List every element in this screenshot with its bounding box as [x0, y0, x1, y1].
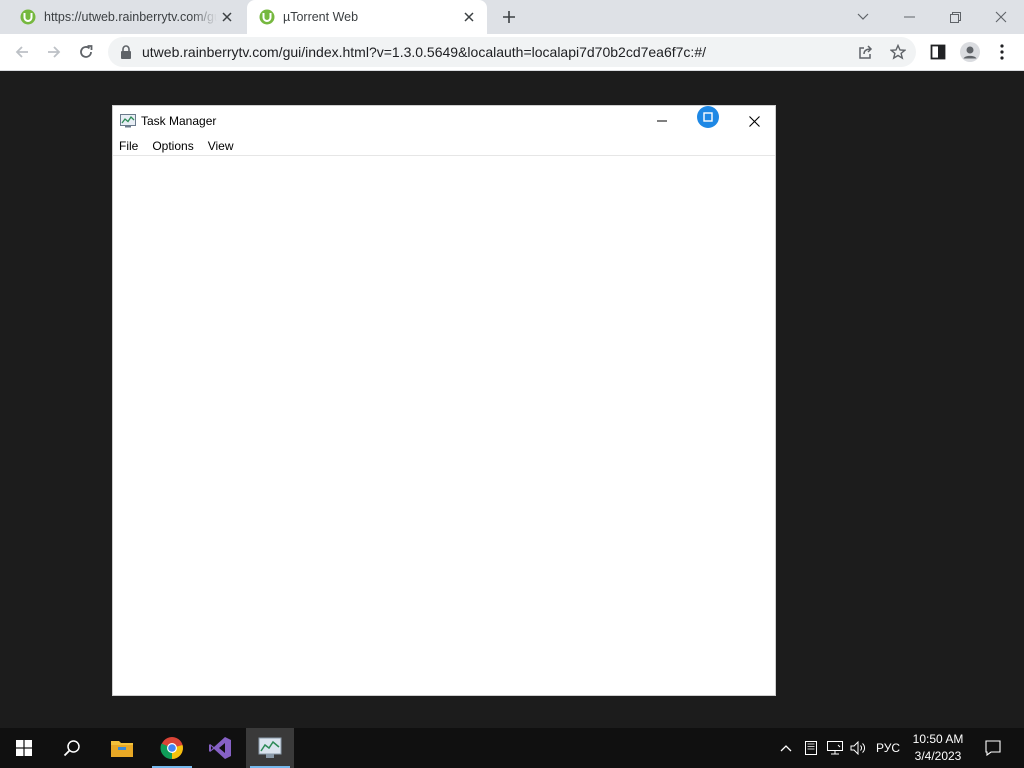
- network-icon: [827, 741, 843, 755]
- task-manager-icon: [120, 114, 136, 128]
- close-icon: [748, 115, 760, 127]
- close-button[interactable]: [731, 106, 777, 136]
- plus-icon: [503, 11, 515, 23]
- task-manager-icon: [258, 737, 282, 758]
- language-indicator[interactable]: РУС: [872, 728, 904, 768]
- menu-button[interactable]: [988, 38, 1016, 66]
- arrow-left-icon: [15, 46, 28, 58]
- side-panel-icon: [930, 44, 946, 60]
- show-hidden-icons-button[interactable]: [776, 728, 796, 768]
- tab-title: https://utweb.rainberrytv.com/gui/index.…: [44, 10, 217, 24]
- browser-tab-strip: https://utweb.rainberrytv.com/gui/index.…: [0, 0, 1024, 34]
- maximize-button[interactable]: [685, 106, 731, 136]
- avatar-icon: [960, 42, 980, 62]
- system-clock[interactable]: 10:50 AM 3/4/2023: [904, 728, 972, 768]
- search-icon: [63, 740, 80, 757]
- reload-button[interactable]: [72, 38, 100, 66]
- minimize-button[interactable]: [639, 106, 685, 136]
- taskbar-file-explorer[interactable]: [98, 728, 146, 768]
- menu-file[interactable]: File: [113, 139, 145, 153]
- reload-icon: [80, 45, 93, 58]
- windows-start-icon: [16, 740, 32, 756]
- arrow-right-icon: [48, 46, 61, 58]
- url-text[interactable]: utweb.rainberrytv.com/gui/index.html?v=1…: [142, 44, 706, 60]
- clock-time: 10:50 AM: [912, 732, 964, 746]
- browser-tab-1[interactable]: https://utweb.rainberrytv.com/gui/index.…: [8, 0, 245, 34]
- window-title: Task Manager: [141, 114, 217, 128]
- star-icon: [890, 44, 906, 60]
- close-icon[interactable]: [459, 7, 479, 27]
- restore-button[interactable]: [932, 0, 978, 34]
- volume-icon: [850, 741, 865, 755]
- task-manager-titlebar[interactable]: Task Manager: [113, 106, 775, 136]
- taskbar-task-manager[interactable]: [246, 728, 294, 768]
- browser-toolbar: utweb.rainberrytv.com/gui/index.html?v=1…: [0, 34, 1024, 71]
- chevron-down-icon: [857, 13, 869, 20]
- tablet-icon: [805, 741, 817, 755]
- chrome-icon: [160, 737, 183, 760]
- close-window-button[interactable]: [978, 0, 1024, 34]
- tray-network-icon[interactable]: [824, 728, 846, 768]
- minimize-button[interactable]: [886, 0, 932, 34]
- more-vert-icon: [1000, 44, 1004, 60]
- address-bar[interactable]: utweb.rainberrytv.com/gui/index.html?v=1…: [108, 37, 916, 67]
- minimize-icon: [903, 16, 915, 18]
- start-button[interactable]: [0, 728, 48, 768]
- action-center-button[interactable]: [978, 728, 1008, 768]
- taskbar-chrome[interactable]: [148, 728, 196, 768]
- file-explorer-icon: [111, 741, 133, 757]
- tab-search-button[interactable]: [840, 0, 886, 34]
- clock-date: 3/4/2023: [914, 749, 962, 763]
- utorrent-icon: [20, 9, 36, 25]
- minimize-icon: [657, 120, 667, 122]
- browser-tab-2[interactable]: µTorrent Web: [247, 0, 487, 34]
- windows-taskbar: РУС 10:50 AM 3/4/2023: [0, 728, 1024, 768]
- menu-options[interactable]: Options: [145, 139, 200, 153]
- task-manager-window[interactable]: Task Manager File Options View: [112, 105, 776, 696]
- utorrent-icon: [259, 9, 275, 25]
- close-icon: [995, 11, 1007, 23]
- forward-button[interactable]: [40, 38, 68, 66]
- busy-cursor-icon: [697, 106, 719, 128]
- profile-button[interactable]: [956, 38, 984, 66]
- tray-volume-icon[interactable]: [848, 728, 868, 768]
- visual-studio-icon: [209, 737, 231, 759]
- new-tab-button[interactable]: [498, 6, 520, 28]
- task-manager-menubar: File Options View: [113, 136, 775, 156]
- restore-icon: [949, 11, 961, 23]
- menu-view[interactable]: View: [201, 139, 241, 153]
- side-panel-button[interactable]: [924, 38, 952, 66]
- tab-title: µTorrent Web: [283, 10, 359, 24]
- share-button[interactable]: [852, 38, 880, 66]
- chevron-up-icon: [780, 745, 792, 752]
- taskbar-visual-studio[interactable]: [196, 728, 244, 768]
- back-button[interactable]: [8, 38, 36, 66]
- share-icon: [859, 45, 873, 59]
- notification-icon: [985, 740, 1001, 756]
- lock-icon[interactable]: [120, 45, 132, 59]
- search-button[interactable]: [48, 728, 96, 768]
- tray-tablet-icon[interactable]: [802, 728, 820, 768]
- close-icon[interactable]: [217, 7, 237, 27]
- bookmark-button[interactable]: [884, 38, 912, 66]
